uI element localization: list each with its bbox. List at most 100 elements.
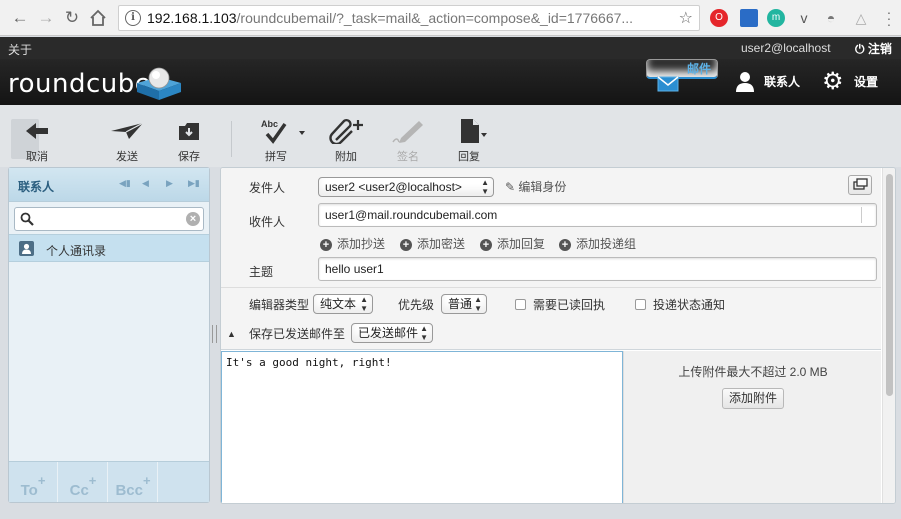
- reload-icon[interactable]: ↻: [60, 6, 84, 30]
- spellcheck-icon: Abc: [261, 119, 305, 144]
- signature-button[interactable]: 签名: [384, 117, 432, 164]
- addressbook-icon: [19, 241, 34, 256]
- to-input[interactable]: user1@mail.roundcubemail.com: [318, 203, 877, 227]
- opera-icon[interactable]: O: [710, 9, 728, 27]
- bookmark-star-icon[interactable]: ☆: [679, 8, 693, 28]
- panel-splitter[interactable]: [212, 325, 217, 343]
- add-bcc-label: Bcc: [115, 482, 143, 499]
- url-text[interactable]: 192.168.1.103/roundcubemail/?_task=mail&…: [147, 10, 671, 27]
- contacts-search-input[interactable]: ×: [14, 207, 204, 231]
- app-header: roundcube 邮件 联系人 ⚙ 设置: [0, 59, 901, 105]
- top-line: 关于 user2@localhost ⏻ 注销: [0, 37, 901, 59]
- site-info-icon[interactable]: i: [125, 10, 141, 26]
- send-button[interactable]: 发送: [102, 117, 152, 164]
- attachment-area: 上传附件最大不超过 2.0 MB 添加附件: [623, 351, 881, 503]
- prev-page-icon[interactable]: ◀: [142, 178, 149, 189]
- paperclip-icon: [329, 118, 363, 144]
- menu-dots-icon[interactable]: · · ·: [885, 5, 893, 31]
- task-mail[interactable]: 邮件: [646, 59, 718, 92]
- spell-button[interactable]: Abc 拼写: [252, 117, 312, 164]
- select-arrows-icon: ▲ ▼: [360, 295, 368, 313]
- power-icon: ⏻: [855, 42, 865, 56]
- select-arrows-icon: ▲ ▼: [481, 178, 489, 196]
- dsn-option[interactable]: 投递状态通知: [635, 296, 725, 313]
- compose-toolbar: 取消 发送 保存 Abc 拼写 附加 签名 回复: [0, 105, 901, 167]
- addressbook-label: 个人通讯录: [46, 244, 107, 258]
- read-receipt-checkbox[interactable]: [515, 299, 526, 310]
- browser-toolbar: ← → ↻ i 192.168.1.103/roundcubemail/?_ta…: [0, 0, 901, 36]
- add-to-button[interactable]: To+: [9, 462, 58, 502]
- save-label: 保存: [178, 151, 200, 163]
- scrollbar-thumb[interactable]: [886, 174, 893, 396]
- responses-label: 回复: [458, 151, 480, 163]
- cancel-button[interactable]: 取消: [12, 117, 62, 164]
- add-bcc-button[interactable]: Bcc+: [109, 462, 158, 502]
- task-settings[interactable]: ⚙ 设置: [816, 59, 896, 105]
- save-button[interactable]: 保存: [164, 117, 214, 164]
- popout-button[interactable]: [848, 175, 872, 195]
- subject-input[interactable]: hello user1: [318, 257, 877, 281]
- collapse-options-icon[interactable]: ▲: [227, 329, 236, 339]
- editor-type-select[interactable]: 纯文本 ▲ ▼: [313, 294, 373, 314]
- add-reply-link[interactable]: + 添加回复: [480, 235, 545, 252]
- store-sent-select[interactable]: 已发送邮件 ▲ ▼: [351, 323, 433, 343]
- cancel-label: 取消: [26, 151, 48, 163]
- add-followup-link[interactable]: + 添加投递组: [559, 235, 636, 252]
- logo-text: roundcube: [8, 69, 152, 99]
- back-arrow-icon[interactable]: ←: [8, 6, 32, 30]
- pocket-icon[interactable]: v: [795, 9, 813, 27]
- last-page-icon[interactable]: ▶▮: [188, 178, 200, 189]
- first-page-icon[interactable]: ◀▮: [119, 178, 131, 189]
- read-receipt-option[interactable]: 需要已读回执: [515, 296, 605, 313]
- dsn-checkbox[interactable]: [635, 299, 646, 310]
- contacts-header: 联系人 ◀▮ ◀ ▶ ▶▮: [9, 168, 209, 202]
- back-arrow-icon: [26, 123, 48, 139]
- triangle-icon[interactable]: △: [852, 9, 870, 27]
- task-mail-label: 邮件: [687, 62, 712, 76]
- add-bcc-link[interactable]: + 添加密送: [400, 235, 465, 252]
- attach-button[interactable]: 附加: [322, 117, 370, 164]
- priority-value: 普通: [448, 297, 473, 311]
- logout-label: 注销: [867, 42, 892, 56]
- priority-select[interactable]: 普通 ▲ ▼: [441, 294, 487, 314]
- subject-value: hello user1: [325, 262, 384, 276]
- add-cc-link[interactable]: + 添加抄送: [320, 235, 385, 252]
- upload-size-note: 上传附件最大不超过 2.0 MB: [678, 365, 828, 379]
- responses-button[interactable]: 回复: [446, 117, 494, 164]
- add-followup-link-label: 添加投递组: [576, 237, 637, 251]
- compose-area: 发件人 user2 <user2@localhost> ▲ ▼ ✎ 编辑身份 收件人…: [220, 167, 896, 504]
- document-icon: [461, 119, 487, 143]
- edit-identity-link[interactable]: ✎ 编辑身份: [505, 178, 566, 195]
- task-contacts[interactable]: 联系人: [728, 59, 808, 105]
- add-attachment-button[interactable]: 添加附件: [722, 388, 785, 409]
- add-to-label: To: [20, 482, 38, 499]
- home-icon[interactable]: [86, 6, 110, 30]
- roundcube-logo-icon: [137, 67, 181, 100]
- logout-button[interactable]: ⏻ 注销: [855, 40, 892, 57]
- contacts-title: 联系人: [18, 180, 55, 194]
- forward-arrow-icon[interactable]: →: [34, 6, 58, 30]
- spell-label: 拼写: [265, 151, 287, 163]
- next-page-icon[interactable]: ▶: [166, 178, 173, 189]
- address-bar[interactable]: i 192.168.1.103/roundcubemail/?_task=mai…: [118, 5, 700, 31]
- plus-circle-icon: +: [320, 239, 332, 251]
- plus-circle-icon: +: [400, 239, 412, 251]
- m-icon[interactable]: m: [767, 9, 785, 27]
- spy-icon[interactable]: ◓: [822, 9, 840, 27]
- about-link[interactable]: 关于: [8, 41, 32, 58]
- plus-circle-icon: +: [480, 239, 492, 251]
- from-value: user2 <user2@localhost>: [325, 180, 462, 194]
- screen-icon[interactable]: [740, 9, 758, 27]
- task-contacts-label: 联系人: [764, 75, 801, 89]
- store-sent-label: 保存已发送邮件至: [249, 327, 346, 341]
- priority-label: 优先级: [398, 298, 435, 312]
- message-body-editor[interactable]: It's a good night, right!: [221, 351, 623, 503]
- from-select[interactable]: user2 <user2@localhost> ▲ ▼: [318, 177, 494, 197]
- task-settings-label: 设置: [854, 75, 879, 89]
- message-body-text: It's a good night, right!: [226, 356, 392, 369]
- compose-scrollbar[interactable]: [882, 168, 895, 503]
- clear-search-icon[interactable]: ×: [186, 212, 200, 226]
- addressbook-item[interactable]: 个人通讯录: [9, 234, 209, 262]
- add-cc-button[interactable]: Cc+: [59, 462, 108, 502]
- paper-plane-icon: [111, 122, 144, 139]
